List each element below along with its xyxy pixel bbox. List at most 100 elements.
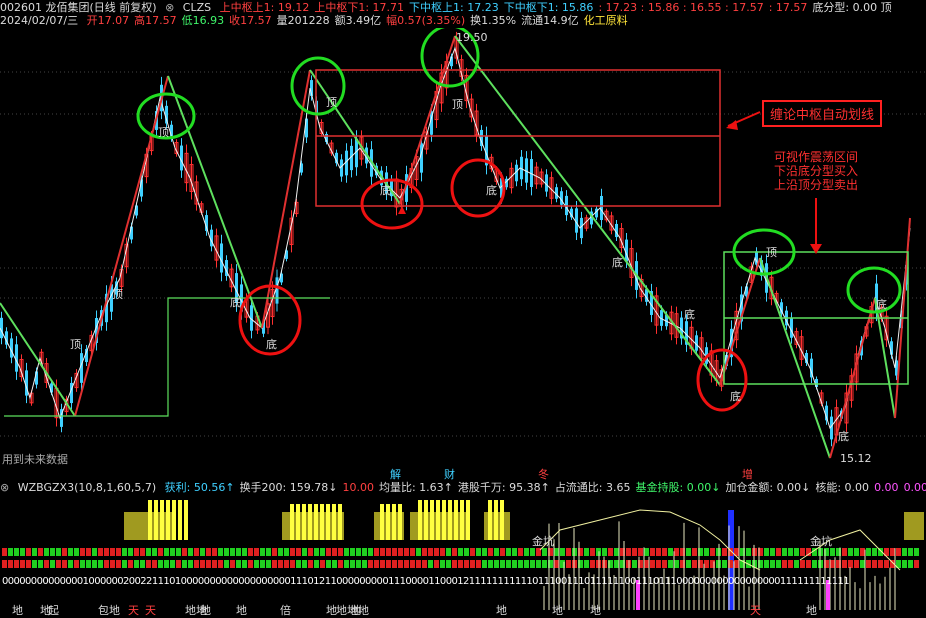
strip-cell-b — [488, 560, 493, 568]
strip-cell-a — [74, 548, 79, 556]
strip-cell-a — [116, 548, 121, 556]
strip-cell-b — [200, 560, 205, 568]
strip-cell-b — [584, 560, 589, 568]
pivot-label-7: 底 — [612, 256, 623, 269]
strip-cell-a — [674, 548, 679, 556]
strip-cell-a — [542, 548, 547, 556]
strip-cell-a — [842, 548, 847, 556]
strip-cell-b — [218, 560, 223, 568]
strip-cell-b — [800, 560, 805, 568]
strip-cell-b — [470, 560, 475, 568]
signal-bar — [488, 500, 492, 540]
strip-cell-a — [194, 548, 199, 556]
signal-bar — [166, 500, 170, 540]
strip-cell-a — [128, 548, 133, 556]
strip-cell-b — [590, 560, 595, 568]
strip-cell-a — [896, 548, 901, 556]
ohlc-item-0: 开17.07 — [86, 14, 130, 27]
strip-cell-a — [188, 548, 193, 556]
strip-cell-b — [530, 560, 535, 568]
strip-cell-a — [320, 548, 325, 556]
strip-cell-a — [632, 548, 637, 556]
strip-cell-a — [656, 548, 661, 556]
ohlc-item-2: 低16.93 — [181, 14, 225, 27]
indicator-chart[interactable] — [0, 490, 926, 617]
strip-cell-a — [206, 548, 211, 556]
strip-cell-a — [236, 548, 241, 556]
strip-cell-a — [350, 548, 355, 556]
strip-cell-b — [854, 560, 859, 568]
strip-cell-b — [878, 560, 883, 568]
strip-cell-a — [164, 548, 169, 556]
header-item-1: 上中枢下1: 17.71 — [314, 1, 405, 14]
strip-cell-b — [8, 560, 13, 568]
strip-cell-a — [158, 548, 163, 556]
strip-cell-b — [176, 560, 181, 568]
strip-cell-b — [212, 560, 217, 568]
future-data-note: 用到未来数据 — [2, 453, 68, 466]
strip-cell-a — [560, 548, 565, 556]
signal-bar — [442, 500, 446, 540]
signal-bar — [500, 500, 504, 540]
bottom-word-4: 天 — [128, 604, 139, 617]
strip-cell-a — [638, 548, 643, 556]
bottom-word-15: 地 — [590, 604, 601, 617]
strip-cell-a — [98, 548, 103, 556]
strip-cell-a — [608, 548, 613, 556]
top-mark-3: 增 — [742, 468, 753, 481]
strip-cell-a — [464, 548, 469, 556]
stock-code-name[interactable]: 002601 龙佰集团(日线 前复权) — [0, 1, 157, 14]
strip-cell-b — [656, 560, 661, 568]
strip-cell-b — [44, 560, 49, 568]
signal-band-5 — [904, 512, 924, 540]
formula-toggle-icon[interactable]: ⊗ — [165, 1, 174, 14]
strip-cell-a — [782, 548, 787, 556]
jinkeng-label-2: 金坑 — [810, 535, 832, 548]
kline-chart[interactable] — [0, 28, 926, 468]
ohlc-item-3: 收17.57 — [229, 14, 272, 27]
strip-cell-b — [410, 560, 415, 568]
strip-cell-a — [506, 548, 511, 556]
strip-cell-b — [734, 560, 739, 568]
strip-cell-b — [866, 560, 871, 568]
strip-cell-b — [776, 560, 781, 568]
strip-cell-a — [446, 548, 451, 556]
strip-cell-a — [494, 548, 499, 556]
strip-cell-a — [776, 548, 781, 556]
strip-cell-b — [32, 560, 37, 568]
signal-bar — [466, 500, 470, 540]
strip-cell-b — [500, 560, 505, 568]
strip-cell-a — [266, 548, 271, 556]
strip-cell-b — [50, 560, 55, 568]
signal-bar — [448, 500, 452, 540]
strip-cell-b — [26, 560, 31, 568]
strip-cell-a — [902, 548, 907, 556]
strip-cell-b — [506, 560, 511, 568]
strip-cell-a — [242, 548, 247, 556]
strip-cell-a — [386, 548, 391, 556]
strip-cell-a — [914, 548, 919, 556]
strip-cell-a — [224, 548, 229, 556]
strip-cell-a — [8, 548, 13, 556]
strip-cell-a — [416, 548, 421, 556]
strip-cell-a — [68, 548, 73, 556]
strip-cell-a — [668, 548, 673, 556]
strip-cell-a — [368, 548, 373, 556]
header-item-3: 下中枢下1: 15.86 — [503, 1, 594, 14]
strip-cell-b — [164, 560, 169, 568]
strip-cell-b — [188, 560, 193, 568]
strip-cell-b — [320, 560, 325, 568]
strip-cell-b — [662, 560, 667, 568]
strip-cell-a — [854, 548, 859, 556]
strip-cell-a — [692, 548, 697, 556]
strip-cell-b — [116, 560, 121, 568]
strip-cell-a — [230, 548, 235, 556]
formula-name[interactable]: CLZS — [183, 1, 211, 14]
strip-cell-b — [362, 560, 367, 568]
strip-cell-b — [140, 560, 145, 568]
annotation-text: 可视作震荡区间 下沿底分型买入 上沿顶分型卖出 — [773, 150, 858, 192]
strip-cell-a — [26, 548, 31, 556]
strip-cell-a — [374, 548, 379, 556]
signal-bar — [178, 500, 182, 540]
pivot-label-5: 底 — [230, 296, 241, 309]
